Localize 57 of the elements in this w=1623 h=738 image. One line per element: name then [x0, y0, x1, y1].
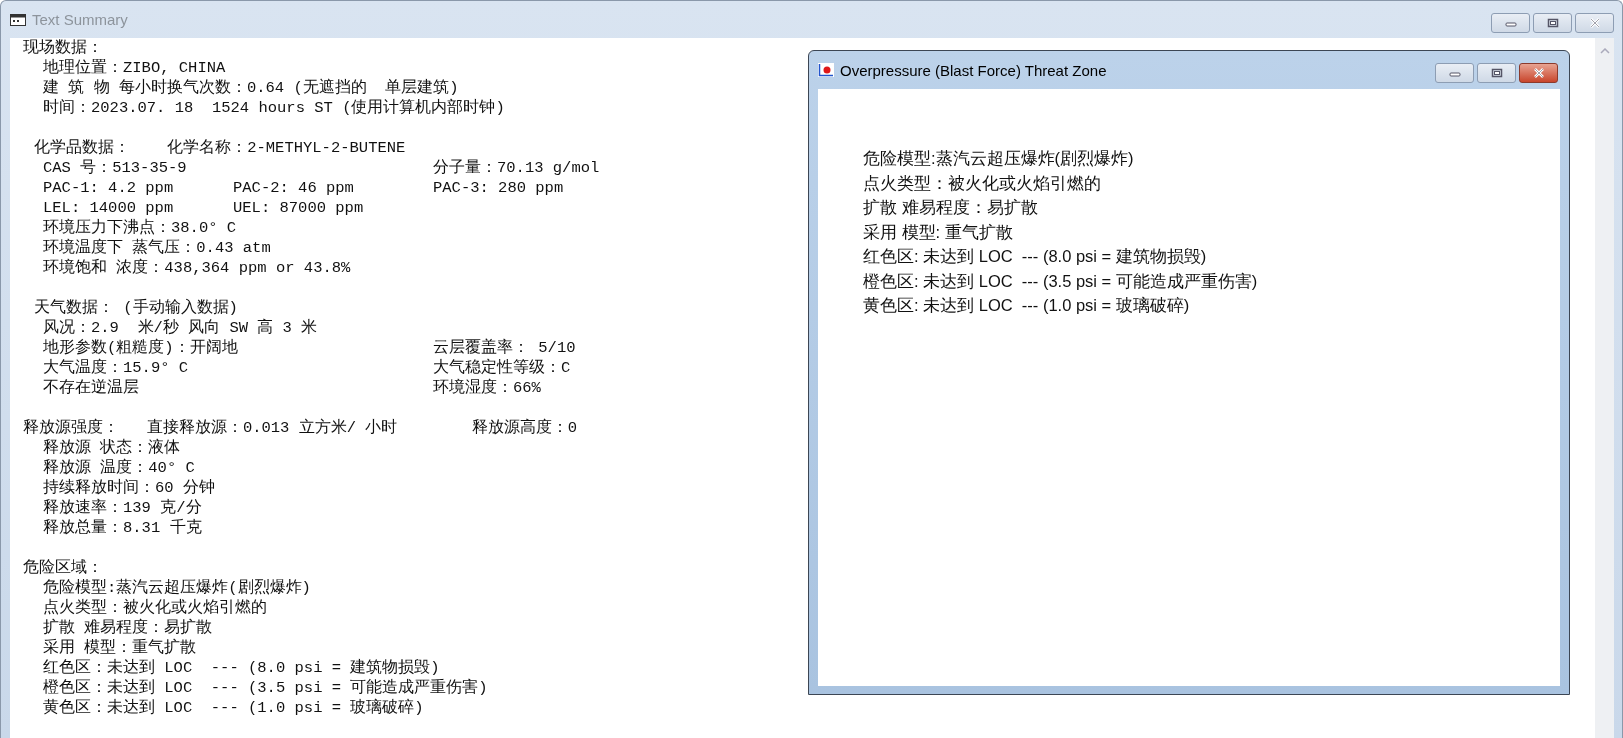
summary-line: 采用 模型：重气扩散 [43, 638, 197, 658]
close-icon [1588, 18, 1601, 28]
summary-value: 大气稳定性等级：C [433, 358, 571, 378]
summary-line: 红色区：未达到 LOC --- (8.0 psi = 建筑物损毁) [43, 658, 440, 678]
close-button[interactable] [1519, 63, 1558, 83]
summary-value: 分子量：70.13 g/mol [433, 158, 600, 178]
summary-value: UEL: 87000 ppm [233, 198, 364, 218]
summary-line: 建 筑 物 每小时换气次数：0.64 (无遮挡的 单层建筑) [43, 78, 459, 98]
chart-icon [818, 63, 834, 77]
summary-line: CAS 号：513-35-9 [43, 158, 187, 178]
maximize-button[interactable] [1533, 13, 1572, 33]
window-title: Overpressure (Blast Force) Threat Zone [840, 61, 1107, 79]
section-heading: 释放源强度： 直接释放源：0.013 立方米/ 小时 释放源高度：0 [23, 418, 578, 438]
summary-line: 持续释放时间：60 分钟 [43, 478, 215, 498]
summary-line: 环境饱和 浓度：438,364 ppm or 43.8% [43, 258, 351, 278]
window-title: Text Summary [32, 11, 128, 28]
summary-line: 释放源 状态：液体 [43, 438, 181, 458]
summary-line: 释放源 温度：40° C [43, 458, 195, 478]
summary-line: 释放总量：8.31 千克 [43, 518, 202, 538]
summary-line: 释放速率：139 克/分 [43, 498, 202, 518]
summary-line: 橙色区：未达到 LOC --- (3.5 psi = 可能造成严重伤害) [43, 678, 488, 698]
threat-zone-line: 黄色区: 未达到 LOC --- (1.0 psi = 玻璃破碎) [863, 295, 1190, 316]
summary-value: PAC-2: 46 ppm [233, 178, 354, 198]
summary-line: 环境温度下 蒸气压：0.43 atm [43, 238, 271, 258]
summary-line: 大气温度：15.9° C [43, 358, 189, 378]
maximize-icon [1490, 68, 1503, 78]
maximize-button[interactable] [1477, 63, 1516, 83]
summary-value: 环境湿度：66% [433, 378, 541, 398]
window-icon [10, 13, 26, 26]
maximize-icon [1546, 18, 1559, 28]
summary-line: 地理位置：ZIBO, CHINA [43, 58, 226, 78]
summary-line: 不存在逆温层 [43, 378, 139, 398]
close-icon [1532, 68, 1545, 78]
summary-line: 地形参数(粗糙度)：开阔地 [43, 338, 238, 358]
threat-zone-line: 采用 模型: 重气扩散 [863, 221, 1013, 243]
scroll-up-icon[interactable] [1599, 48, 1610, 54]
threat-zone-line: 点火类型：被火化或火焰引燃的 [863, 172, 1101, 194]
section-heading: 化学品数据： 化学名称：2-METHYL-2-BUTENE [33, 138, 406, 158]
section-heading: 现场数据： [23, 38, 103, 58]
summary-line: 点火类型：被火化或火焰引燃的 [43, 598, 267, 618]
section-heading: 天气数据： (手动输入数据) [33, 298, 238, 318]
summary-line: LEL: 14000 ppm [43, 198, 174, 218]
summary-line: 时间：2023.07. 18 1524 hours ST (使用计算机内部时钟) [43, 98, 505, 118]
threat-zone-line: 红色区: 未达到 LOC --- (8.0 psi = 建筑物损毁) [863, 246, 1207, 267]
summary-value: PAC-3: 280 ppm [433, 178, 564, 198]
section-heading: 危险区域： [23, 558, 103, 578]
summary-value: 云层覆盖率： 5/10 [433, 338, 576, 358]
summary-line: PAC-1: 4.2 ppm [43, 178, 174, 198]
summary-line: 风况：2.9 米/秒 风向 SW 高 3 米 [43, 318, 318, 338]
scrollbar[interactable] [1595, 38, 1614, 738]
summary-line: 黄色区：未达到 LOC --- (1.0 psi = 玻璃破碎) [43, 698, 424, 718]
summary-line: 危险模型:蒸汽云超压爆炸(剧烈爆炸) [43, 578, 311, 598]
threat-zone-line: 危险模型:蒸汽云超压爆炸(剧烈爆炸) [863, 148, 1134, 169]
summary-line: 扩散 难易程度：易扩散 [43, 618, 213, 638]
summary-line: 环境压力下沸点：38.0° C [43, 218, 237, 238]
threat-zone-line: 扩散 难易程度：易扩散 [863, 197, 1038, 218]
threat-zone-line: 橙色区: 未达到 LOC --- (3.5 psi = 可能造成严重伤害) [863, 270, 1258, 292]
